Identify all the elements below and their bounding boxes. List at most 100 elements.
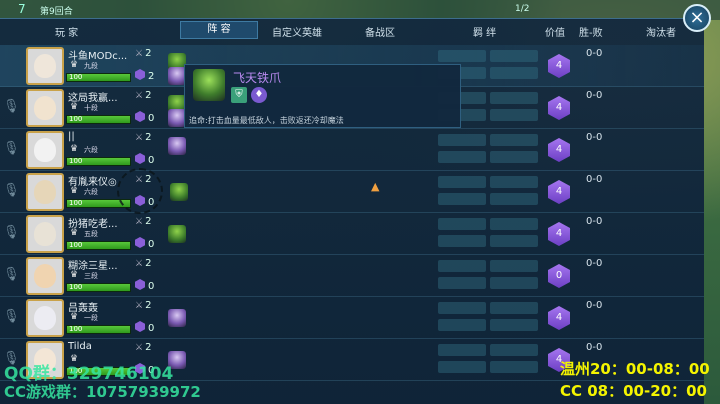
- hero-tooltip: 飞天铁爪 ⛨ ♦ 追命:打击血量最低敌人，击败返还冷却魔法: [184, 64, 461, 128]
- header-eliminator: 淘汰者: [646, 28, 676, 39]
- microphone-icon[interactable]: 🎙: [3, 267, 20, 285]
- player-rank: 六段: [84, 188, 98, 196]
- bond-slot: [438, 218, 486, 230]
- health-bar: 100: [66, 115, 131, 124]
- hero-unit[interactable]: [168, 137, 186, 155]
- health-bar: 100: [66, 325, 131, 334]
- value-badge: 4: [548, 306, 570, 330]
- hero-unit[interactable]: [168, 309, 186, 327]
- gem-count: 0: [135, 111, 154, 124]
- gem-icon: [135, 69, 145, 80]
- health-value: 100: [69, 241, 83, 249]
- bond-slot: [438, 50, 486, 62]
- avatar[interactable]: [26, 257, 64, 295]
- bond-slot: [490, 134, 538, 146]
- microphone-icon[interactable]: 🎙: [3, 99, 20, 117]
- health-bar: 100: [66, 157, 131, 166]
- win-loss-score: 0-0: [586, 258, 603, 269]
- unit-count: ⚔ 2: [135, 48, 152, 59]
- avatar[interactable]: [26, 89, 64, 127]
- sword-icon: ⚔: [135, 49, 144, 59]
- tab-lineup[interactable]: 阵 容: [180, 21, 258, 39]
- microphone-icon[interactable]: 🎙: [3, 225, 20, 243]
- unit-count: ⚔ 2: [135, 132, 152, 143]
- gem-icon: [135, 279, 145, 290]
- bond-slot: [438, 260, 486, 272]
- player-row[interactable]: 🎙 || ♛ 六段 100 ⚔ 2 0 4 0-0: [0, 129, 704, 171]
- health-bar: 100: [66, 73, 131, 82]
- bond-slot: [438, 193, 486, 205]
- hero-portrait: [193, 69, 225, 101]
- avatar[interactable]: [26, 215, 64, 253]
- player-name: Tilda: [68, 341, 92, 352]
- bond-slot: [438, 151, 486, 163]
- sword-icon: ⚔: [135, 133, 144, 143]
- gem-icon: [135, 237, 145, 248]
- player-row[interactable]: 🎙 糊涂三星... ♛ 三段 100 ⚔ 2 0 0 0-0: [0, 255, 704, 297]
- rank-icon: ♛: [70, 228, 79, 238]
- bond-slot: [490, 277, 538, 289]
- hero-unit[interactable]: [170, 183, 188, 201]
- gem-icon: [135, 321, 145, 332]
- rank-icon: ♛: [70, 144, 79, 154]
- bond-slot: [438, 319, 486, 331]
- player-rank: 六段: [84, 146, 98, 154]
- win-loss-score: 0-0: [586, 216, 603, 227]
- unit-count: ⚔ 2: [135, 342, 152, 353]
- player-rank: 五段: [84, 230, 98, 238]
- watermark-schedule-1: 温州20：00-08：00: [560, 360, 710, 378]
- bond-slot: [438, 302, 486, 314]
- hero-skill-desc: 追命:打击血量最低敌人，击败返还冷却魔法: [189, 116, 344, 125]
- bond-slot: [490, 235, 538, 247]
- gem-count: 0: [135, 279, 154, 292]
- unit-count: ⚔ 2: [135, 216, 152, 227]
- tab-bench[interactable]: 备战区: [365, 24, 395, 39]
- player-row[interactable]: 🎙 扮猪吃老... ♛ 五段 100 ⚔ 2 0 4 0-0: [0, 213, 704, 255]
- bond-slot: [490, 218, 538, 230]
- sword-icon: ⚔: [135, 301, 144, 311]
- gem-count: 0: [135, 153, 154, 166]
- player-rank: 一段: [84, 314, 98, 322]
- player-rank: 十段: [84, 104, 98, 112]
- page-count: 1/2: [515, 4, 530, 14]
- rank-icon: ♛: [70, 102, 79, 112]
- sword-icon: ⚔: [135, 91, 144, 101]
- sword-icon: ⚔: [135, 259, 144, 269]
- sword-icon: ⚔: [135, 217, 144, 227]
- value-badge: 4: [548, 54, 570, 78]
- bond-slot: [490, 50, 538, 62]
- bond-slot: [490, 67, 538, 79]
- header-player: 玩 家: [55, 28, 79, 39]
- win-loss-score: 0-0: [586, 300, 603, 311]
- win-loss-score: 0-0: [586, 132, 603, 143]
- value-badge: 4: [548, 222, 570, 246]
- microphone-icon[interactable]: 🎙: [3, 183, 20, 201]
- health-value: 100: [69, 115, 83, 123]
- avatar[interactable]: [26, 173, 64, 211]
- gem-icon: [135, 111, 145, 122]
- header-bonds: 羁 绊: [473, 28, 497, 39]
- player-rank: 三段: [84, 272, 98, 280]
- round-number: 7: [18, 2, 26, 16]
- avatar[interactable]: [26, 131, 64, 169]
- avatar[interactable]: [26, 47, 64, 85]
- microphone-icon[interactable]: 🎙: [3, 141, 20, 159]
- tab-custom-heroes[interactable]: 自定义英雄: [272, 24, 322, 39]
- win-loss-score: 0-0: [586, 342, 603, 353]
- health-value: 100: [69, 199, 83, 207]
- bond-slot: [490, 151, 538, 163]
- microphone-icon[interactable]: 🎙: [3, 309, 20, 327]
- hero-unit[interactable]: [168, 225, 186, 243]
- avatar[interactable]: [26, 299, 64, 337]
- value-badge: 0: [548, 264, 570, 288]
- value-badge: 4: [548, 180, 570, 204]
- player-rank: 九段: [84, 62, 98, 70]
- mouse-cursor-icon: ▲: [371, 180, 380, 193]
- player-row[interactable]: 🎙 吕轰轰 ♛ 一段 100 ⚔ 2 0 4 0-0: [0, 297, 704, 339]
- bond-slot: [490, 361, 538, 373]
- gem-count: 0: [135, 237, 154, 250]
- bond-slot: [438, 277, 486, 289]
- race-icon: ⛨: [231, 87, 247, 103]
- win-loss-score: 0-0: [586, 48, 603, 59]
- player-row[interactable]: 🎙 有胤来仪◎ ♛ 六段 100 ⚔ 2 0 4 0-0: [0, 171, 704, 213]
